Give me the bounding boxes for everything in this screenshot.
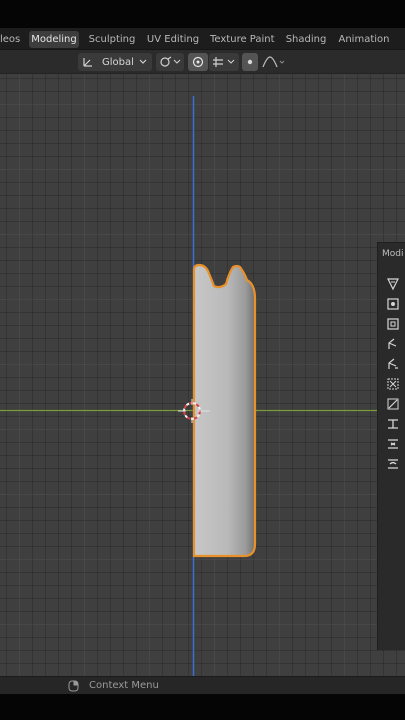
select-tool-icon[interactable] — [386, 277, 400, 291]
pivot-point-dropdown[interactable] — [156, 53, 184, 71]
tab-uv-editing[interactable]: UV Editing — [146, 31, 200, 48]
tab-animation[interactable]: Animation — [338, 31, 390, 48]
status-bar: Context Menu — [0, 676, 405, 694]
rotate-tool-icon[interactable] — [386, 337, 400, 351]
viewport-header: Global — [0, 50, 405, 74]
snap-target-dropdown[interactable] — [209, 53, 239, 71]
viewport-scene — [0, 96, 405, 676]
tab-videos[interactable]: leos — [0, 31, 20, 48]
transform-orientation-icon — [83, 58, 92, 67]
video-letterbox-bottom — [0, 694, 405, 720]
snap-target-icon — [213, 57, 235, 67]
falloff-dropdown[interactable] — [260, 53, 288, 71]
proportional-edit-icon — [247, 59, 253, 65]
transform-orientation-dropdown[interactable]: Global — [78, 53, 152, 71]
video-letterbox-top — [0, 0, 405, 28]
snap-toggle[interactable] — [188, 53, 208, 71]
tab-texture-paint[interactable]: Texture Paint — [210, 31, 275, 48]
falloff-curve-icon — [262, 56, 285, 68]
move-tool-icon[interactable] — [386, 317, 400, 331]
mouse-right-icon — [68, 680, 79, 692]
tab-shading[interactable]: Shading — [284, 31, 328, 48]
3d-viewport[interactable]: Modi — [0, 74, 405, 676]
tab-sculpting[interactable]: Sculpting — [88, 31, 136, 48]
tab-modeling[interactable]: Modeling — [29, 31, 79, 48]
cursor-tool-icon[interactable] — [386, 297, 400, 311]
orientation-value: Global — [102, 56, 134, 68]
side-panel-tab[interactable]: Modi — [382, 249, 404, 259]
annotate-tool-icon[interactable] — [386, 397, 400, 411]
bevel-tool-icon[interactable] — [386, 457, 400, 471]
scale-tool-icon[interactable] — [386, 357, 400, 371]
transform-tool-icon[interactable] — [386, 377, 400, 391]
chevron-down-icon — [139, 59, 147, 64]
workspace-tabs-bar: leos Modeling Sculpting UV Editing Textu… — [0, 28, 405, 50]
snap-magnet-icon — [192, 56, 204, 68]
inset-tool-icon[interactable] — [386, 437, 400, 451]
extrude-tool-icon[interactable] — [386, 417, 400, 431]
context-menu-hint: Context Menu — [89, 680, 159, 691]
pivot-link-icon — [160, 56, 181, 67]
tool-shelf: Modi — [377, 242, 405, 650]
proportional-edit-toggle[interactable] — [242, 53, 258, 71]
